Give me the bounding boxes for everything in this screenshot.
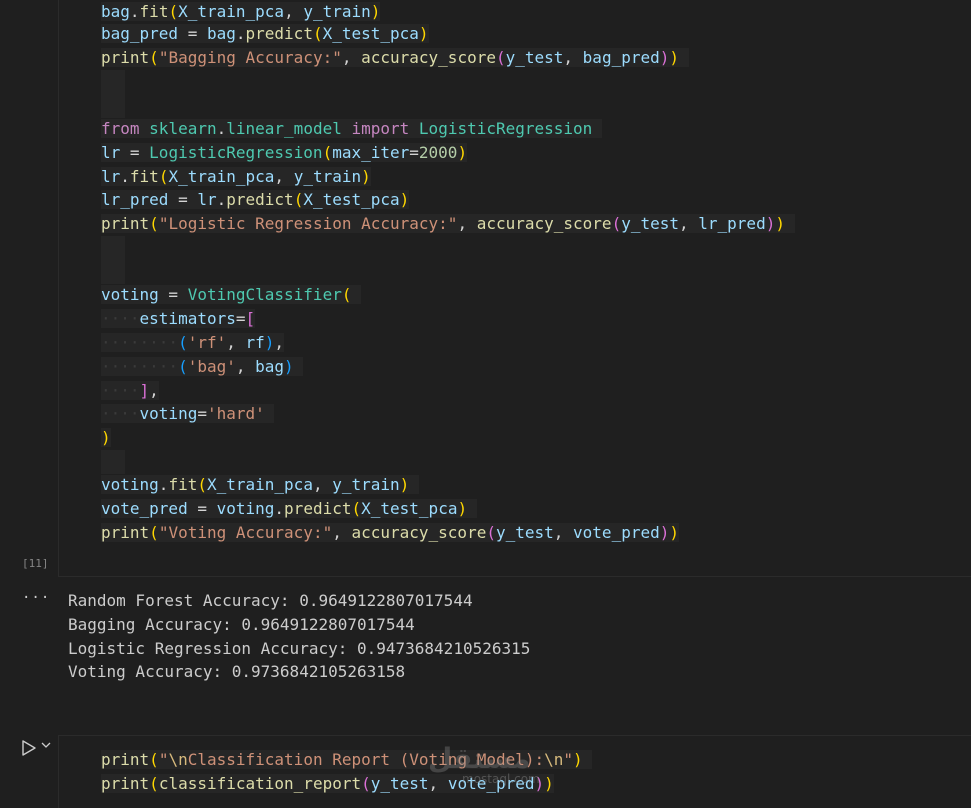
output-line: Bagging Accuracy: 0.9649122807017544 [68, 615, 415, 634]
blank-line [101, 236, 125, 284]
code-line: ) [101, 428, 111, 447]
code-line: print("Voting Accuracy:", accuracy_score… [101, 523, 680, 542]
code-line: print("Logistic Regression Accuracy:", a… [101, 212, 795, 236]
watermark-logo: مستقل [428, 742, 531, 775]
code-line: ····], [101, 381, 159, 400]
code-line: voting = VotingClassifier( [101, 283, 362, 307]
output-line: Random Forest Accuracy: 0.96491228070175… [68, 591, 473, 610]
code-line: ····estimators=[ [101, 309, 256, 328]
output-line: Logistic Regression Accuracy: 0.94736842… [68, 639, 531, 658]
code-line: ····voting='hard' [101, 402, 275, 426]
code-line: ········('rf', rf), [101, 333, 285, 352]
chevron-down-icon[interactable] [41, 740, 51, 750]
execution-count: [11] [22, 557, 49, 570]
output-line: Voting Accuracy: 0.9736842105263158 [68, 662, 406, 681]
code-line: voting.fit(X_train_pca, y_train) [101, 473, 419, 497]
code-line: print("Bagging Accuracy:", accuracy_scor… [101, 46, 689, 70]
run-cell-icon[interactable] [20, 739, 38, 757]
code-line: ········('bag', bag) [101, 355, 304, 379]
code-line: lr.fit(X_train_pca, y_train) [101, 167, 371, 186]
code-line: lr_pred = lr.predict(X_test_pca) [101, 190, 410, 209]
watermark-url: mostaql.com [462, 772, 540, 786]
code-line: vote_pred = voting.predict(X_test_pca) [101, 497, 477, 521]
blank-line [101, 450, 125, 474]
code-line: lr = LogisticRegression(max_iter=2000) [101, 143, 468, 162]
code-line: bag.fit(X_train_pca, y_train) [101, 2, 381, 21]
code-line: bag_pred = bag.predict(X_test_pca) [101, 24, 429, 43]
blank-line [101, 70, 125, 118]
output-more-actions-icon[interactable]: ··· [22, 590, 50, 606]
code-line: from sklearn.linear_model import Logisti… [101, 117, 602, 141]
